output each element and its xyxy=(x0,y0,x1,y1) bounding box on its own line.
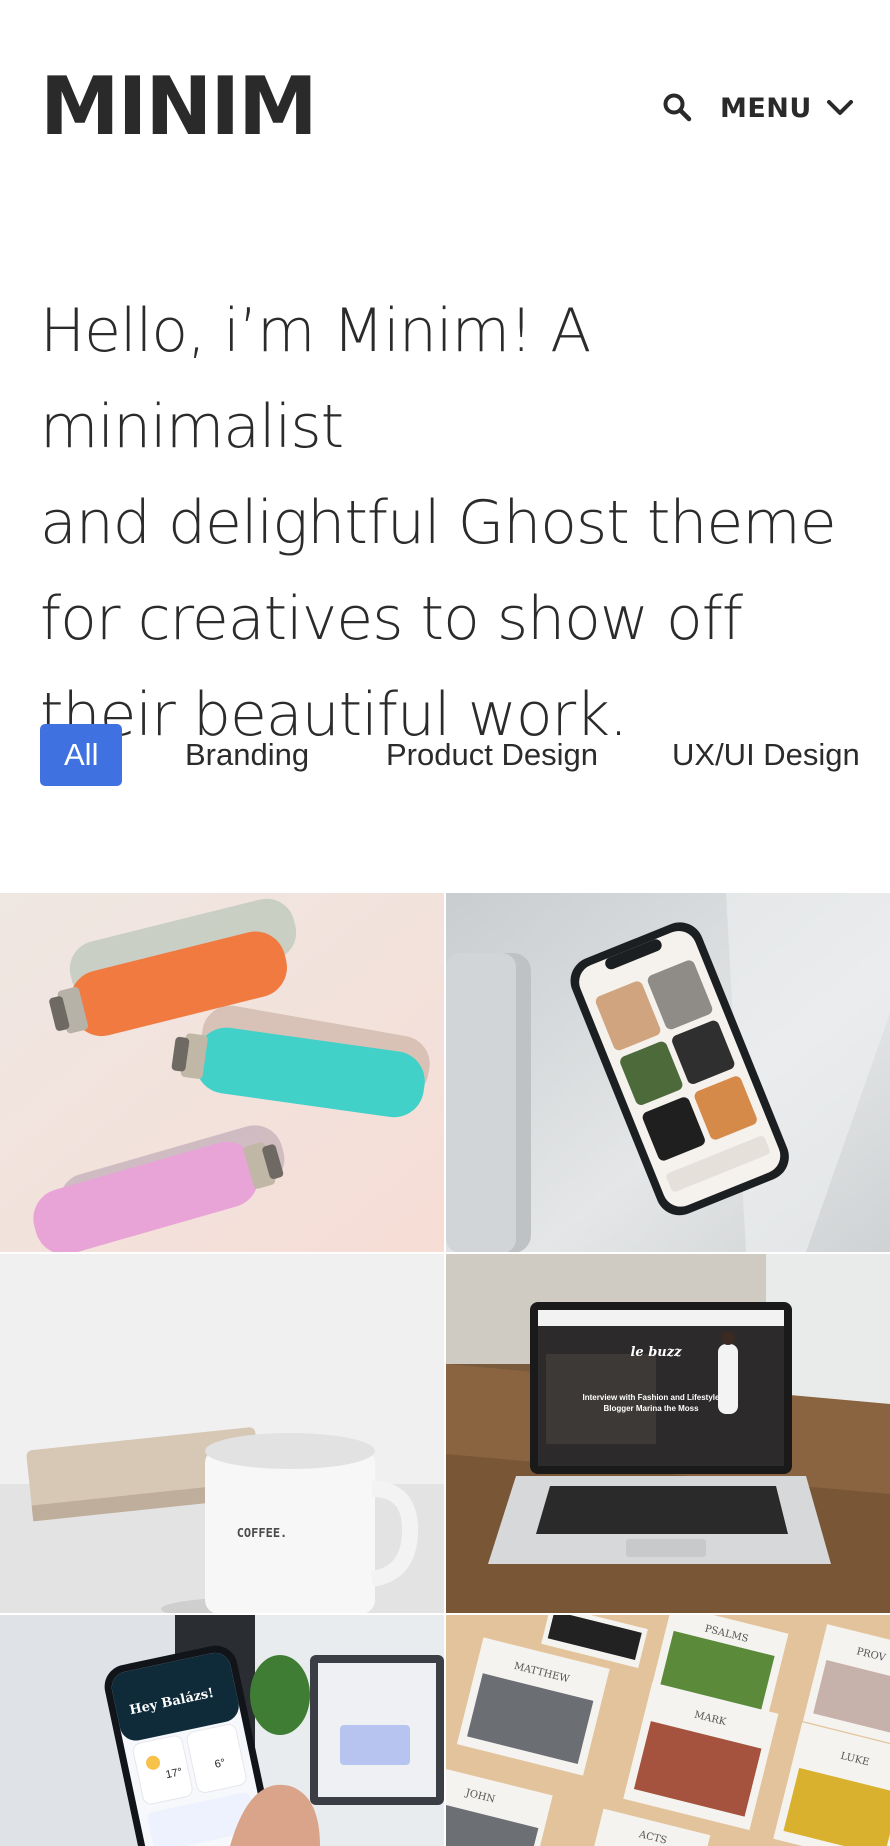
hero-line: Hello, i’m Minim! A minimalist xyxy=(40,296,591,462)
menu-label: MENU xyxy=(720,92,812,124)
site-header: MINIM MENU xyxy=(0,0,890,215)
portfolio-item-blog-laptop[interactable]: le buzz Interview with Fashion and Lifes… xyxy=(446,1254,890,1613)
weather-app-image: Hey Balázs! 17° 6° xyxy=(0,1615,444,1846)
category-filters: All Branding Product Design UX/UI Design xyxy=(40,724,890,786)
laptop-blog-brand: le buzz xyxy=(630,1345,682,1360)
hero-intro: Hello, i’m Minim! A minimalist and delig… xyxy=(40,283,870,763)
filter-product-design[interactable]: Product Design xyxy=(386,724,598,786)
portfolio-item-weather-app[interactable]: Hey Balázs! 17° 6° xyxy=(0,1615,444,1846)
filter-all[interactable]: All xyxy=(40,724,123,786)
phone-image xyxy=(446,893,890,1252)
laptop-image: le buzz Interview with Fashion and Lifes… xyxy=(446,1254,890,1613)
portfolio-grid: COFFEE. le buzz Interview with Fashion a… xyxy=(0,893,890,1846)
filter-ux-ui-design[interactable]: UX/UI Design xyxy=(672,724,860,786)
laptop-headline-1: Interview with Fashion and Lifestyle xyxy=(583,1393,720,1402)
hero-line: for creatives to show off xyxy=(40,584,743,654)
hero-line: and delightful Ghost theme xyxy=(40,488,837,558)
portfolio-item-bottles[interactable] xyxy=(0,893,444,1252)
portfolio-item-coffee[interactable]: COFFEE. xyxy=(0,1254,444,1613)
portfolio-item-books[interactable]: PSALMS MATTHEW MARK PROV LUKE JOHN ACTS xyxy=(446,1615,890,1846)
portfolio-item-phone-app[interactable] xyxy=(446,893,890,1252)
menu-button[interactable]: MENU xyxy=(720,90,854,126)
laptop-headline-2: Blogger Marina the Moss xyxy=(603,1404,699,1413)
bottles-image xyxy=(0,893,444,1252)
books-image: PSALMS MATTHEW MARK PROV LUKE JOHN ACTS xyxy=(446,1615,890,1846)
mug-text: COFFEE. xyxy=(237,1526,288,1540)
coffee-image: COFFEE. xyxy=(0,1254,444,1613)
search-icon[interactable] xyxy=(662,92,692,122)
filter-branding[interactable]: Branding xyxy=(185,724,309,786)
chevron-down-icon xyxy=(826,100,853,115)
site-logo[interactable]: MINIM xyxy=(40,62,318,152)
